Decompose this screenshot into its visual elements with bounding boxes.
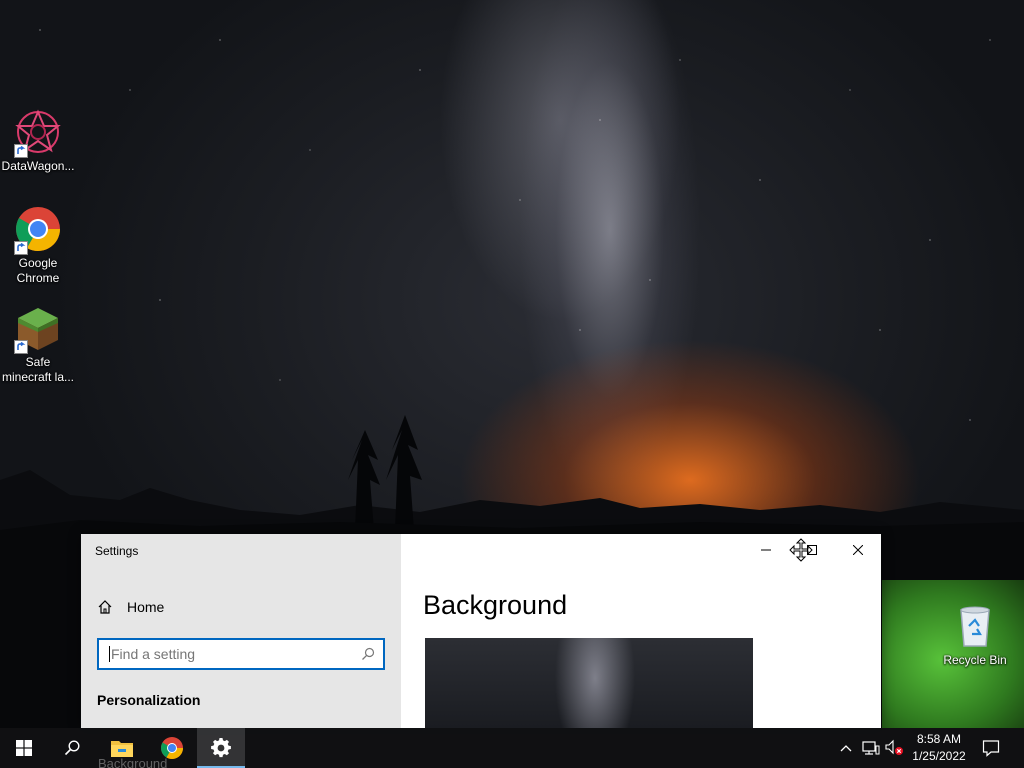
section-heading: Personalization — [97, 692, 201, 708]
desktop-icon-label: DataWagon... — [1, 159, 75, 173]
maximize-icon — [807, 545, 817, 555]
window-title: Settings — [95, 544, 139, 558]
home-label: Home — [127, 599, 165, 615]
desktop-icon-safe-minecraft[interactable]: Safe minecraft la... — [0, 304, 76, 385]
home-icon — [98, 600, 112, 614]
close-button[interactable] — [835, 534, 881, 566]
settings-content: Background — [401, 534, 881, 728]
desktop-icon-label: Google Chrome — [16, 256, 60, 285]
close-icon — [853, 545, 863, 555]
start-button[interactable] — [0, 728, 48, 768]
settings-gear-icon — [211, 738, 231, 758]
desktop-icon-google-chrome[interactable]: Google Chrome — [0, 205, 76, 286]
chrome-icon — [14, 205, 62, 255]
maximize-button[interactable] — [789, 534, 835, 566]
shortcut-arrow-icon — [14, 340, 28, 354]
shortcut-arrow-icon — [14, 144, 28, 158]
minecraft-grass-block-icon — [14, 304, 62, 354]
taskbar-clock[interactable]: 8:58 AM 1/25/2022 — [906, 731, 972, 765]
volume-tray-button[interactable] — [884, 738, 904, 758]
page-title: Background — [423, 590, 568, 620]
datawagon-icon — [14, 108, 62, 158]
start-icon — [16, 740, 32, 756]
clock-date: 1/25/2022 — [912, 749, 966, 763]
window-controls — [743, 534, 881, 566]
clock-time: 8:58 AM — [916, 732, 962, 746]
network-icon — [862, 741, 880, 755]
desktop-icon-datawagon[interactable]: DataWagon... — [0, 108, 76, 174]
search-icon — [64, 740, 80, 756]
notification-icon — [982, 740, 1000, 757]
network-tray-button[interactable] — [862, 738, 880, 758]
search-icon[interactable] — [361, 647, 375, 661]
action-center-button[interactable] — [981, 738, 1001, 758]
desktop-icon-label: Safe minecraft la... — [1, 355, 75, 384]
minimize-icon — [761, 549, 771, 551]
taskbar-search-button[interactable] — [48, 728, 96, 768]
desktop-icon-label: Recycle Bin — [943, 653, 1007, 667]
file-explorer-icon — [111, 741, 133, 757]
minimize-button[interactable] — [743, 534, 789, 566]
taskbar-settings[interactable] — [197, 728, 245, 768]
shortcut-arrow-icon — [14, 241, 28, 255]
taskbar-hover-label: Background — [98, 756, 168, 768]
desktop-icon-recycle-bin[interactable]: Recycle Bin — [937, 602, 1013, 668]
find-setting-search-box[interactable] — [97, 638, 385, 670]
home-nav-item[interactable]: Home — [97, 596, 164, 618]
find-setting-input[interactable] — [111, 646, 361, 662]
recycle-bin-icon — [951, 602, 999, 650]
show-hidden-icons-button[interactable] — [838, 738, 854, 758]
text-caret — [109, 646, 110, 662]
background-preview-image — [425, 638, 753, 728]
volume-muted-icon — [885, 739, 903, 755]
chevron-up-icon — [840, 745, 852, 752]
settings-sidebar: Settings Home Personalization — [81, 534, 401, 728]
settings-window[interactable]: Settings Home Personalization Background — [81, 534, 881, 728]
